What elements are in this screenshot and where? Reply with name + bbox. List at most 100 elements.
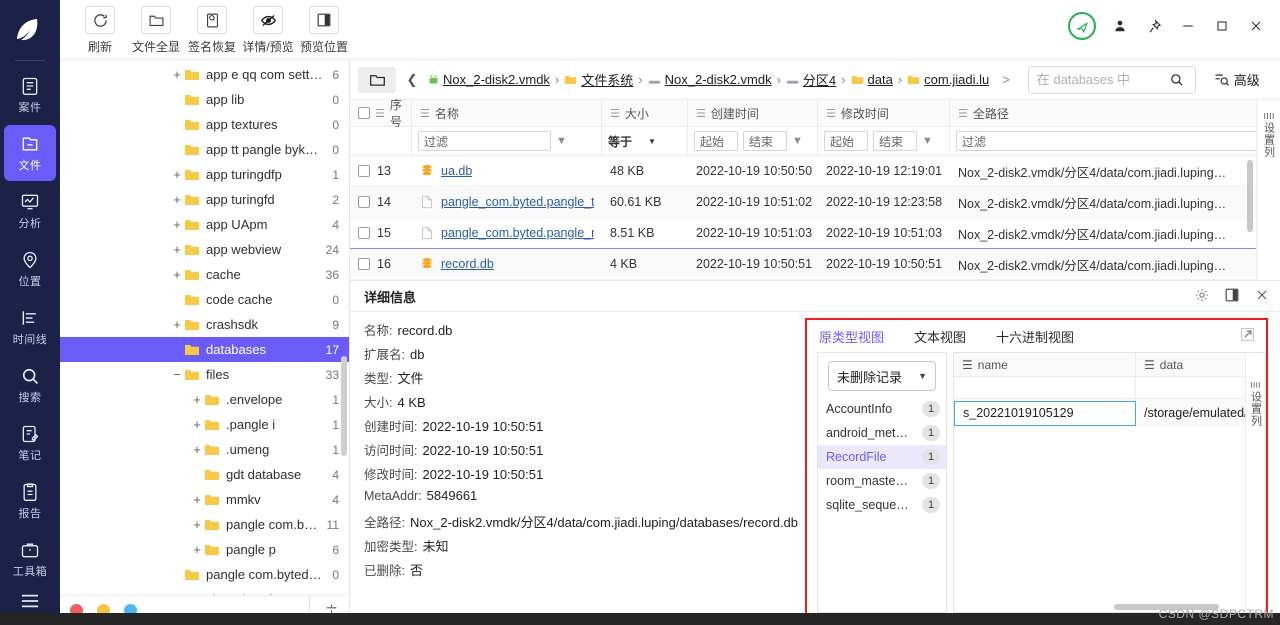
- database-table-item[interactable]: RecordFile 1: [818, 445, 946, 469]
- column-header-path[interactable]: ☰ 全路径: [950, 100, 1280, 126]
- tab-original-type-view[interactable]: 原类型视图: [819, 327, 884, 346]
- breadcrumb-item-2[interactable]: Nox_2-disk2.vmdk: [648, 72, 772, 87]
- filter-ctime-start[interactable]: 起始: [694, 131, 738, 151]
- tree-node[interactable]: + app e qq com setting 3e… 6: [60, 62, 349, 87]
- tree-expand-icon[interactable]: +: [190, 392, 204, 407]
- advanced-search-button[interactable]: 高级: [1214, 70, 1260, 89]
- row-checkbox[interactable]: [358, 165, 370, 177]
- database-table-item[interactable]: sqlite_seque… 1: [818, 493, 946, 517]
- tree-node[interactable]: + cache 36: [60, 262, 349, 287]
- preview-position-button[interactable]: 预览位置: [296, 6, 352, 55]
- minimize-button[interactable]: [1178, 16, 1198, 36]
- tree-node[interactable]: app lib 0: [60, 87, 349, 112]
- db-column-header-name[interactable]: ☰ name: [954, 353, 1136, 376]
- pin-button[interactable]: [1144, 16, 1164, 36]
- refresh-button[interactable]: 刷新: [72, 6, 128, 55]
- sidebar-item-toolbox[interactable]: 工具箱: [4, 531, 56, 587]
- column-header-ctime[interactable]: ☰ 创建时间: [688, 100, 818, 126]
- details-settings-button[interactable]: [1194, 287, 1210, 306]
- database-table-item[interactable]: AccountInfo 1: [818, 397, 946, 421]
- show-all-files-button[interactable]: 文件全显: [128, 6, 184, 55]
- tree-node[interactable]: + crashsdk 9: [60, 312, 349, 337]
- rail-menu-button[interactable]: [19, 592, 41, 613]
- column-header-size[interactable]: ☰ 大小: [602, 100, 688, 126]
- filter-name[interactable]: 过滤 ▼: [412, 127, 602, 155]
- table-row[interactable]: 15 pangle_com.byted.pangle_r 8.51 KB 2022-1…: [350, 218, 1280, 249]
- notify-button[interactable]: [1068, 12, 1096, 40]
- tree-node[interactable]: + shared prefs 44: [60, 587, 349, 595]
- tree-expand-icon[interactable]: +: [170, 267, 184, 282]
- database-record-row[interactable]: s_20221019105129/storage/emulated/0,: [954, 399, 1265, 427]
- breadcrumb-folder-button[interactable]: [358, 66, 396, 93]
- directory-tree[interactable]: +app e qq com setting 3e…6app lib0app te…: [60, 60, 349, 595]
- tree-expand-icon[interactable]: +: [190, 492, 204, 507]
- tree-node[interactable]: + pangle p 6: [60, 537, 349, 562]
- record-filter-select[interactable]: 未删除记录 ▼: [828, 361, 936, 391]
- breadcrumb-back-button[interactable]: ❮: [402, 72, 422, 88]
- column-header-name[interactable]: ☰ 名称: [412, 100, 602, 126]
- signature-restore-button[interactable]: 签名恢复: [184, 6, 240, 55]
- tree-node[interactable]: + .umeng 1: [60, 437, 349, 462]
- tree-node[interactable]: + app UApm 4: [60, 212, 349, 237]
- tree-node[interactable]: + app webview 24: [60, 237, 349, 262]
- tree-expand-icon[interactable]: +: [170, 167, 184, 182]
- tree-expand-icon[interactable]: +: [190, 417, 204, 432]
- details-close-button[interactable]: [1254, 287, 1270, 306]
- db-set-columns-button[interactable]: 设置列: [1245, 353, 1265, 612]
- breadcrumb-item-4[interactable]: data: [851, 72, 893, 87]
- tree-expand-icon[interactable]: +: [170, 192, 184, 207]
- tab-hex-view[interactable]: 十六进制视图: [996, 327, 1074, 346]
- table-row[interactable]: 14 pangle_com.byted.pangle_t 60.61 KB 2022-…: [350, 187, 1280, 218]
- filter-ctime-end[interactable]: 结束: [743, 131, 787, 151]
- filter-funnel-icon[interactable]: ▼: [556, 135, 567, 147]
- filter-size[interactable]: 等于 ▼: [602, 127, 688, 155]
- sidebar-item-case[interactable]: 案件: [4, 67, 56, 123]
- tree-expand-icon[interactable]: +: [170, 242, 184, 257]
- breadcrumb-overflow[interactable]: >: [1002, 72, 1010, 87]
- file-name-link[interactable]: pangle_com.byted.pangle_r: [441, 226, 594, 240]
- tree-node[interactable]: + app turingdfp 1: [60, 162, 349, 187]
- table-row[interactable]: 16 record.db 4 KB 2022-10-19 10:50:51 2022-1…: [350, 249, 1280, 280]
- tree-expand-icon[interactable]: +: [170, 67, 184, 82]
- db-cell-name[interactable]: s_20221019105129: [954, 400, 1136, 426]
- detail-preview-button[interactable]: 详情/预览: [240, 6, 296, 55]
- search-input[interactable]: [1036, 72, 1165, 87]
- filter-path-input[interactable]: 过滤: [956, 131, 1258, 151]
- select-all-checkbox[interactable]: [358, 107, 370, 119]
- tree-node[interactable]: app textures 0: [60, 112, 349, 137]
- tree-expand-icon[interactable]: +: [170, 317, 184, 332]
- tree-node[interactable]: databases 17: [60, 337, 349, 362]
- column-header-mtime[interactable]: ☰ 修改时间: [818, 100, 950, 126]
- tree-node[interactable]: gdt database 4: [60, 462, 349, 487]
- breadcrumb-item-1[interactable]: 文件系统: [564, 70, 633, 89]
- sidebar-item-location[interactable]: 位置: [4, 241, 56, 297]
- db-filter-name[interactable]: [954, 377, 1136, 398]
- user-button[interactable]: [1110, 16, 1130, 36]
- tree-node[interactable]: + .pangle i 1: [60, 412, 349, 437]
- filter-size-operator[interactable]: 等于 ▼: [608, 131, 656, 151]
- tree-node[interactable]: − files 33: [60, 362, 349, 387]
- sidebar-item-analysis[interactable]: 分析: [4, 183, 56, 239]
- maximize-button[interactable]: [1212, 16, 1232, 36]
- filter-path[interactable]: 过滤 ▼: [950, 127, 1280, 155]
- set-columns-button[interactable]: 设置列: [1256, 100, 1280, 280]
- breadcrumb-item-0[interactable]: Nox_2-disk2.vmdk: [428, 72, 550, 87]
- sidebar-item-timeline[interactable]: 时间线: [4, 299, 56, 355]
- filter-mtime-start[interactable]: 起始: [824, 131, 868, 151]
- sidebar-item-notes[interactable]: 笔记: [4, 415, 56, 471]
- file-name-link[interactable]: pangle_com.byted.pangle_t: [441, 195, 594, 209]
- search-box[interactable]: [1027, 65, 1196, 94]
- database-records-filter-row[interactable]: [954, 377, 1265, 399]
- breadcrumb-item-5[interactable]: com.jiadi.lu: [907, 72, 989, 87]
- filter-name-input[interactable]: 过滤: [418, 131, 551, 151]
- tree-expand-icon[interactable]: +: [170, 217, 184, 232]
- file-table-scrollbar[interactable]: [1247, 160, 1253, 232]
- file-name-link[interactable]: ua.db: [441, 164, 472, 178]
- tree-expand-icon[interactable]: +: [170, 592, 184, 595]
- database-table-item[interactable]: room_maste… 1: [818, 469, 946, 493]
- tree-node[interactable]: pangle com.byted.pangle 0: [60, 562, 349, 587]
- row-checkbox[interactable]: [358, 196, 370, 208]
- tree-expand-icon[interactable]: +: [190, 542, 204, 557]
- filter-mtime[interactable]: 起始 结束 ▼: [818, 127, 950, 155]
- filter-mtime-end[interactable]: 结束: [873, 131, 917, 151]
